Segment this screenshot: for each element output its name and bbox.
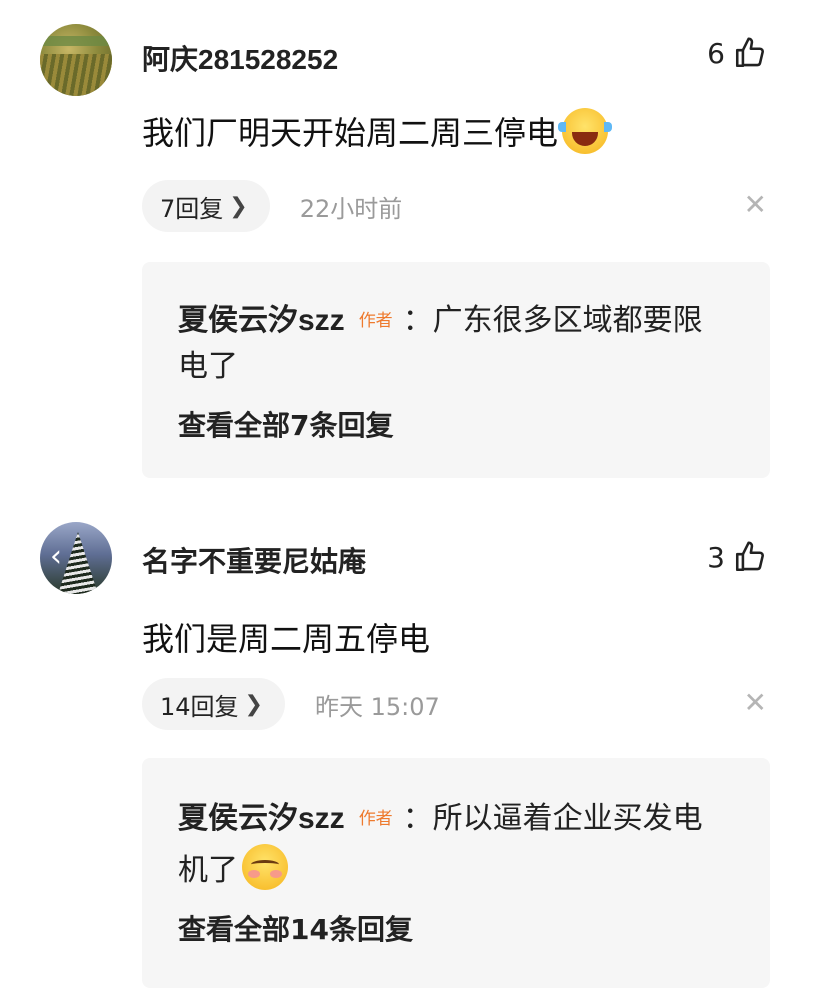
reply-preview[interactable]: 夏侯云汐szz 作者 ：所以逼着企业买发电 机了 查看全部14条回复 — [142, 758, 770, 988]
thumbs-up-icon[interactable] — [733, 540, 767, 574]
chevron-left-icon: ‹ — [50, 539, 62, 574]
thumbs-up-icon[interactable] — [733, 36, 767, 70]
author-badge: 作者 — [358, 311, 393, 331]
comment-meta: 14回复 ❯ 昨天 15:07 — [142, 678, 440, 730]
laughing-crying-emoji-icon — [558, 108, 613, 154]
reply-count-button[interactable]: 7回复 ❯ — [142, 180, 270, 232]
comment-text-content: 我们是周二周五停电 — [142, 620, 431, 658]
comment-username[interactable]: 名字不重要尼姑庵 — [142, 540, 366, 580]
comment-username[interactable]: 阿庆281528252 — [142, 38, 338, 78]
reply-text-line1: ：所以逼着企业买发电 — [402, 801, 703, 836]
close-icon[interactable]: ✕ — [744, 188, 767, 221]
reply-count-label: 14回复 — [160, 692, 239, 721]
comment-meta: 7回复 ❯ 22小时前 — [142, 180, 402, 232]
reply-text-line1: ：广东很多区域都要限 — [402, 303, 703, 338]
chevron-right-icon: ❯ — [244, 691, 263, 717]
comment-time: 22小时前 — [299, 194, 403, 223]
reply-text-line2: 电了 — [178, 349, 238, 384]
shy-smile-emoji-icon — [242, 844, 288, 890]
reply-count-label: 7回复 — [160, 194, 224, 223]
like-control[interactable]: 3 — [707, 540, 767, 574]
reply-preview[interactable]: 夏侯云汐szz 作者 ：广东很多区域都要限 电了 查看全部7条回复 — [142, 262, 770, 478]
reply-preview-line: 夏侯云汐szz 作者 ：广东很多区域都要限 电了 — [178, 298, 738, 390]
view-all-replies-link[interactable]: 查看全部14条回复 — [178, 908, 413, 948]
like-control[interactable]: 6 — [707, 36, 767, 70]
view-all-replies-link[interactable]: 查看全部7条回复 — [178, 404, 393, 444]
reply-text-line2: 机了 — [178, 853, 238, 888]
chevron-right-icon: ❯ — [229, 193, 248, 219]
reply-author[interactable]: 夏侯云汐szz — [178, 802, 345, 835]
user-avatar[interactable] — [40, 24, 112, 96]
close-icon[interactable]: ✕ — [744, 686, 767, 719]
comment-text-content: 我们厂明天开始周二周三停电 — [142, 114, 559, 152]
reply-count-button[interactable]: 14回复 ❯ — [142, 678, 285, 730]
reply-author[interactable]: 夏侯云汐szz — [178, 304, 345, 337]
like-count: 3 — [707, 540, 725, 574]
comment-text: 我们厂明天开始周二周三停电 — [142, 108, 613, 154]
comment-time: 昨天 15:07 — [314, 692, 440, 721]
user-avatar[interactable]: ‹ — [40, 522, 112, 594]
comment-text: 我们是周二周五停电 — [142, 614, 430, 660]
reply-preview-line: 夏侯云汐szz 作者 ：所以逼着企业买发电 机了 — [178, 794, 738, 896]
like-count: 6 — [707, 36, 725, 70]
author-badge: 作者 — [358, 809, 393, 829]
